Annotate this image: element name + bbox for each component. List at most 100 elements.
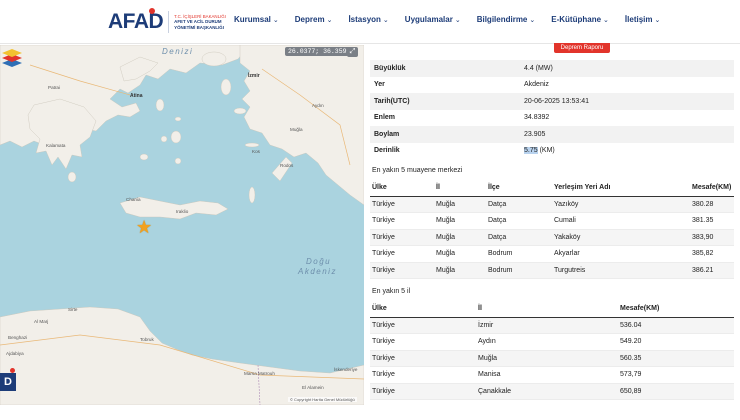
table-cell: Türkiye (370, 262, 434, 279)
table-cell: Turgutreis (552, 262, 690, 279)
table-row: Türkiye Muğla Bodrum Turgutreis 386.21 (370, 262, 734, 279)
col-header-country: Ülke (370, 180, 434, 197)
city-aydin: Aydın (312, 103, 324, 108)
col-header-province: İl (476, 301, 618, 318)
coordinate-readout: 26.0377; 36.3599 (285, 47, 354, 56)
island-paros (160, 135, 168, 143)
map-copyright: © Copyright Harita Genel Müdürlüğü (288, 397, 357, 402)
detail-row-magnitude: Büyüklük 4.4 (MW) (370, 60, 734, 77)
table-cell: 573,79 (618, 366, 734, 384)
table-cell: Aydın (476, 333, 618, 351)
table-cell: Türkiye (370, 212, 434, 230)
logo-subtitle: T.C. İÇİŞLERİ BAKANLIĞI AFET VE ACİL DUR… (174, 14, 226, 31)
chevron-down-icon: ⌄ (272, 17, 279, 24)
city-ajdabiya: Ajdabiya (6, 351, 24, 356)
island-chios (220, 78, 232, 96)
island-andros (155, 98, 165, 112)
layers-icon[interactable] (0, 45, 24, 69)
nearest-provinces-table: Ülke İl Mesafe(KM) Türkiye İzmir 536.04 Tü… (370, 301, 734, 400)
table-cell: 381.35 (690, 212, 734, 230)
table-row: Türkiye Muğla Datça Yazıköy 380.28 (370, 196, 734, 213)
table-cell: Datça (486, 196, 552, 213)
logo-divider (168, 11, 170, 33)
chevron-down-icon: ⌄ (454, 17, 461, 24)
table-cell: Çanakkale (476, 383, 618, 400)
col-header-distance: Mesafe(KM) (690, 180, 734, 197)
table-cell: Bodrum (486, 262, 552, 279)
city-kos: Kos (252, 149, 260, 154)
table-cell: Bodrum (486, 245, 552, 263)
island-santorini (174, 157, 182, 165)
sea-label-denizi: Denizi (162, 47, 194, 56)
depth-unit: (KM) (539, 147, 555, 155)
chevron-down-icon: ⌄ (603, 17, 609, 24)
nav-uygulamalar[interactable]: Uygulamalar ⌄ (405, 15, 461, 24)
island-mykonos (174, 116, 182, 122)
island-karpathos (248, 186, 256, 204)
table-row: Türkiye Çanakkale 650,89 (370, 383, 734, 400)
col-header-country: Ülke (370, 301, 476, 318)
table-row: Türkiye Muğla Datça Cumali 381.35 (370, 212, 734, 230)
afad-logo[interactable]: AFAD T.C. İÇİŞLERİ BAKANLIĞI AFET VE ACİ… (108, 8, 226, 36)
city-almarj: Al Marj (34, 319, 49, 324)
city-tobruk: Tobruk (140, 337, 154, 342)
earthquake-details: Büyüklük 4.4 (MW) Yer Akdeniz Tarih(UTC)… (370, 60, 734, 159)
table-row: Türkiye İzmir 536.04 (370, 317, 734, 334)
detail-row-longitude: Boylam 23.905 (370, 126, 734, 143)
table-cell: Muğla (476, 350, 618, 367)
city-benghazi: Benghazi (8, 335, 28, 340)
city-el-alamein: El Alamein (302, 385, 324, 390)
table-row: Türkiye Muğla Datça Yakaköy 383,90 (370, 229, 734, 246)
island-kos (244, 142, 260, 148)
chevron-down-icon: ⌄ (654, 17, 661, 24)
table-cell: Muğla (434, 196, 486, 213)
epicenter-star-icon[interactable]: ★ (136, 218, 152, 236)
island-kythira (67, 171, 77, 183)
nav-kurumsal[interactable]: Kurumsal ⌄ (234, 15, 279, 24)
table-cell: Datça (486, 229, 552, 246)
earthquake-map[interactable]: Denizi Doğu Akdeniz Atina İzmir Kos Rodo… (0, 45, 364, 405)
table-cell: 560.35 (618, 350, 734, 367)
main-nav: Kurumsal ⌄ Deprem ⌄ İstasyon ⌄ Uygulamalar ⌄… (234, 15, 676, 24)
table-cell: İzmir (476, 317, 618, 334)
detail-row-date: Tarih(UTC) 20-06-2025 13:53:41 (370, 93, 734, 110)
table-cell: Türkiye (370, 383, 476, 400)
table-cell: Yakaköy (552, 229, 690, 246)
table-row: Türkiye Muğla Bodrum Akyarlar 385,82 (370, 245, 734, 263)
table-header-row: Ülke İl Mesafe(KM) (370, 301, 734, 318)
table-cell: Türkiye (370, 245, 434, 263)
table-cell: Türkiye (370, 350, 476, 367)
table-cell: Türkiye (370, 333, 476, 351)
table-cell: Türkiye (370, 229, 434, 246)
col-header-distance: Mesafe(KM) (618, 301, 734, 318)
island-naxos (170, 130, 182, 144)
table-cell: 380.28 (690, 196, 734, 213)
expand-icon[interactable]: ⤢ (347, 47, 358, 57)
table-cell: Cumali (552, 212, 690, 230)
table-cell: Türkiye (370, 196, 434, 213)
table-row: Türkiye Muğla 560.35 (370, 350, 734, 367)
detail-row-depth: Derinlik 5.75 (KM) (374, 147, 555, 155)
island-milos (139, 153, 149, 161)
north-africa (0, 306, 364, 405)
chevron-down-icon: ⌄ (382, 17, 389, 24)
detail-row-location: Yer Akdeniz (374, 81, 549, 89)
city-rodos: Rodos (280, 163, 294, 168)
chevron-down-icon: ⌄ (326, 17, 333, 24)
table-cell: Türkiye (370, 366, 476, 384)
nearest-centers-table: Ülke İl İlçe Yerleşim Yeri Adı Mesafe(KM… (370, 180, 734, 279)
city-iskenderiye: İskenderiye (334, 367, 358, 372)
earthquake-report-button[interactable]: Deprem Raporu (554, 43, 610, 53)
table-row: Türkiye Aydın 549.20 (370, 333, 734, 351)
nav-e-kutuphane[interactable]: E-Kütüphane ⌄ (551, 15, 609, 24)
map-corner-dot (10, 368, 15, 373)
nav-iletisim[interactable]: İletişim ⌄ (625, 15, 660, 24)
sea-label-akdeniz: Akdeniz (298, 267, 337, 276)
nav-bilgilendirme[interactable]: Bilgilendirme ⌄ (477, 15, 536, 24)
city-iraklio: Iraklio (176, 209, 189, 214)
island-lesvos (201, 51, 227, 67)
nav-istasyon[interactable]: İstasyon ⌄ (348, 15, 388, 24)
nav-deprem[interactable]: Deprem ⌄ (295, 15, 333, 24)
island-samos (233, 107, 247, 115)
map-corner-logo: D (0, 373, 16, 391)
